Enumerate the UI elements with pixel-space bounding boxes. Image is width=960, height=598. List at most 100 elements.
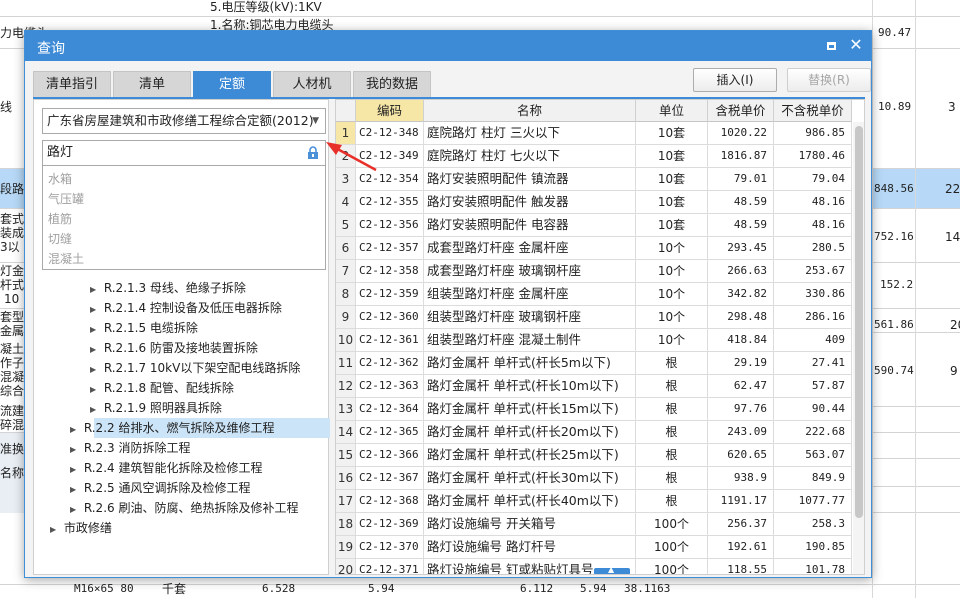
row-number: 7 [336,260,356,283]
tree-item[interactable]: ▶ R.2.1.6 防雷及接地装置拆除 [90,338,258,358]
cell-code: C2-12-364 [356,398,424,421]
search-lock-icon[interactable] [306,146,320,160]
search-input[interactable]: 路灯 [42,140,326,166]
bg-cell: 装成 [0,226,25,240]
maximize-icon[interactable] [823,37,841,55]
suggestion-item[interactable]: 切缝 [48,230,72,247]
header-name[interactable]: 名称 [424,100,636,122]
tree-item-selected[interactable]: ▶ R.2.1.9 照明器具拆除 [90,398,222,418]
collapse-handle[interactable]: ▲ [594,565,630,574]
search-value: 路灯 [47,145,74,160]
scrollbar-thumb[interactable] [855,126,863,518]
vertical-scrollbar[interactable] [853,122,864,574]
chevron-right-icon[interactable]: ▶ [50,520,60,540]
tab-quota[interactable]: 定额 [193,71,271,97]
tab-list-guide[interactable]: 清单指引 [33,71,111,97]
cell-tax-price: 298.48 [708,306,774,329]
header-tax-price[interactable]: 含税单价 [708,100,774,122]
row-number: 20 [336,559,356,574]
tree-item[interactable]: ▶ R.2.6 刷油、防腐、绝热拆除及修补工程 [70,498,298,518]
cell-unit: 10个 [636,329,708,352]
replace-button[interactable]: 替换(R) [787,68,871,92]
bg-cell: 848.56 [874,182,914,195]
chevron-up-icon: ▲ [608,565,615,574]
header-unit[interactable]: 单位 [636,100,708,122]
chevron-down-icon[interactable]: ▼ [312,109,319,133]
bg-cell: 10 [4,292,20,306]
tree-item[interactable]: ▶ R.2.5 通风空调拆除及检修工程 [70,478,250,498]
row-number: 18 [336,513,356,536]
tree-item-label: R.2.1.9 照明器具拆除 [103,401,222,415]
tab-my-data[interactable]: 我的数据 [353,71,431,97]
chevron-right-icon[interactable]: ▶ [90,300,100,320]
bg-cell: 14 [945,230,960,244]
chevron-right-icon[interactable]: ▶ [70,480,80,500]
row-number: 10 [336,329,356,352]
row-number: 4 [336,191,356,214]
suggestion-item[interactable]: 水箱 [48,170,72,187]
bg-cell: 杆式 [0,278,25,292]
tree-item[interactable]: ▶ R.2.4 建筑智能化拆除及检修工程 [70,458,262,478]
tree-item[interactable]: ▶ R.2.3 消防拆除工程 [70,438,190,458]
suggestion-item[interactable]: 气压罐 [48,190,84,207]
cell-notax-price: 286.16 [774,306,852,329]
header-code[interactable]: 编码 [356,100,424,122]
tree-item[interactable]: ▶ R.2.1.4 控制设备及低压电器拆除 [90,298,282,318]
chevron-right-icon[interactable]: ▶ [70,500,80,520]
chevron-right-icon[interactable]: ▶ [90,380,100,400]
cell-notax-price: 79.04 [774,168,852,191]
bg-cell: 20 [950,318,960,332]
chevron-right-icon[interactable]: ▶ [70,440,80,460]
cell-notax-price: 986.85 [774,122,852,145]
bg-cell: 90.47 [878,26,912,39]
tab-list[interactable]: 清单 [113,71,191,97]
tab-labor-material-machine[interactable]: 人材机 [273,71,351,97]
suggestion-item[interactable]: 混凝土 [48,250,84,267]
cell-unit: 根 [636,398,708,421]
cell-tax-price: 29.19 [708,352,774,375]
cell-notax-price: 57.87 [774,375,852,398]
bg-cell: 千套 [162,582,187,596]
chevron-right-icon[interactable]: ▶ [70,460,80,480]
cell-name: 成套型路灯杆座 玻璃钢杆座 [424,260,636,283]
cell-unit: 10套 [636,168,708,191]
chevron-right-icon[interactable]: ▶ [70,420,80,440]
bg-cell: 5.电压等级(kV):1KV [210,0,322,14]
cell-unit: 根 [636,444,708,467]
tree-item[interactable]: ▶ R.2.2 给排水、燃气拆除及维修工程 [70,418,274,438]
cell-code: C2-12-362 [356,352,424,375]
close-icon[interactable]: ✕ [847,36,865,54]
bg-cell: 流建 [0,404,25,418]
tree-item[interactable]: ▶ R.2.1.5 电缆拆除 [90,318,198,338]
tree-item[interactable]: ▶ 市政修缮 [50,518,112,538]
chevron-right-icon[interactable]: ▶ [90,340,100,360]
tree-item[interactable]: ▶ R.2.1.8 配管、配线拆除 [90,378,234,398]
cell-notax-price: 258.3 [774,513,852,536]
cell-code: C2-12-369 [356,513,424,536]
cell-code: C2-12-355 [356,191,424,214]
cell-name: 组装型路灯杆座 金属杆座 [424,283,636,306]
bg-cell: 5.94 [368,582,395,595]
row-number: 9 [336,306,356,329]
bg-cell: 9 [950,364,958,378]
insert-button[interactable]: 插入(I) [693,68,777,92]
chevron-right-icon[interactable]: ▶ [90,280,100,300]
cell-name: 路灯安装照明配件 电容器 [424,214,636,237]
header-notax-price[interactable]: 不含税单价 [774,100,852,122]
chevron-right-icon[interactable]: ▶ [90,320,100,340]
tree-item[interactable]: ▶ R.2.1.7 10kV以下架空配电线路拆除 [90,358,300,378]
cell-name: 路灯金属杆 单杆式(杆长15m以下) [424,398,636,421]
bg-cell: 套型 [0,310,25,324]
quota-library-select[interactable]: 广东省房屋建筑和市政修缮工程综合定额(2012) ▼ [42,108,326,134]
chevron-right-icon[interactable]: ▶ [90,400,100,420]
tree-item[interactable]: ▶ R.2.1.3 母线、绝缘子拆除 [90,278,246,298]
cell-name: 路灯金属杆 单杆式(杆长10m以下) [424,375,636,398]
cell-notax-price: 280.5 [774,237,852,260]
suggestion-item[interactable]: 植筋 [48,210,72,227]
dialog-titlebar[interactable]: 查询 ✕ [25,31,871,61]
cell-tax-price: 620.65 [708,444,774,467]
bg-cell: 752.16 [874,230,914,243]
tree-item-label: R.2.1.4 控制设备及低压电器拆除 [103,301,282,315]
chevron-right-icon[interactable]: ▶ [90,360,100,380]
cell-code: C2-12-367 [356,467,424,490]
